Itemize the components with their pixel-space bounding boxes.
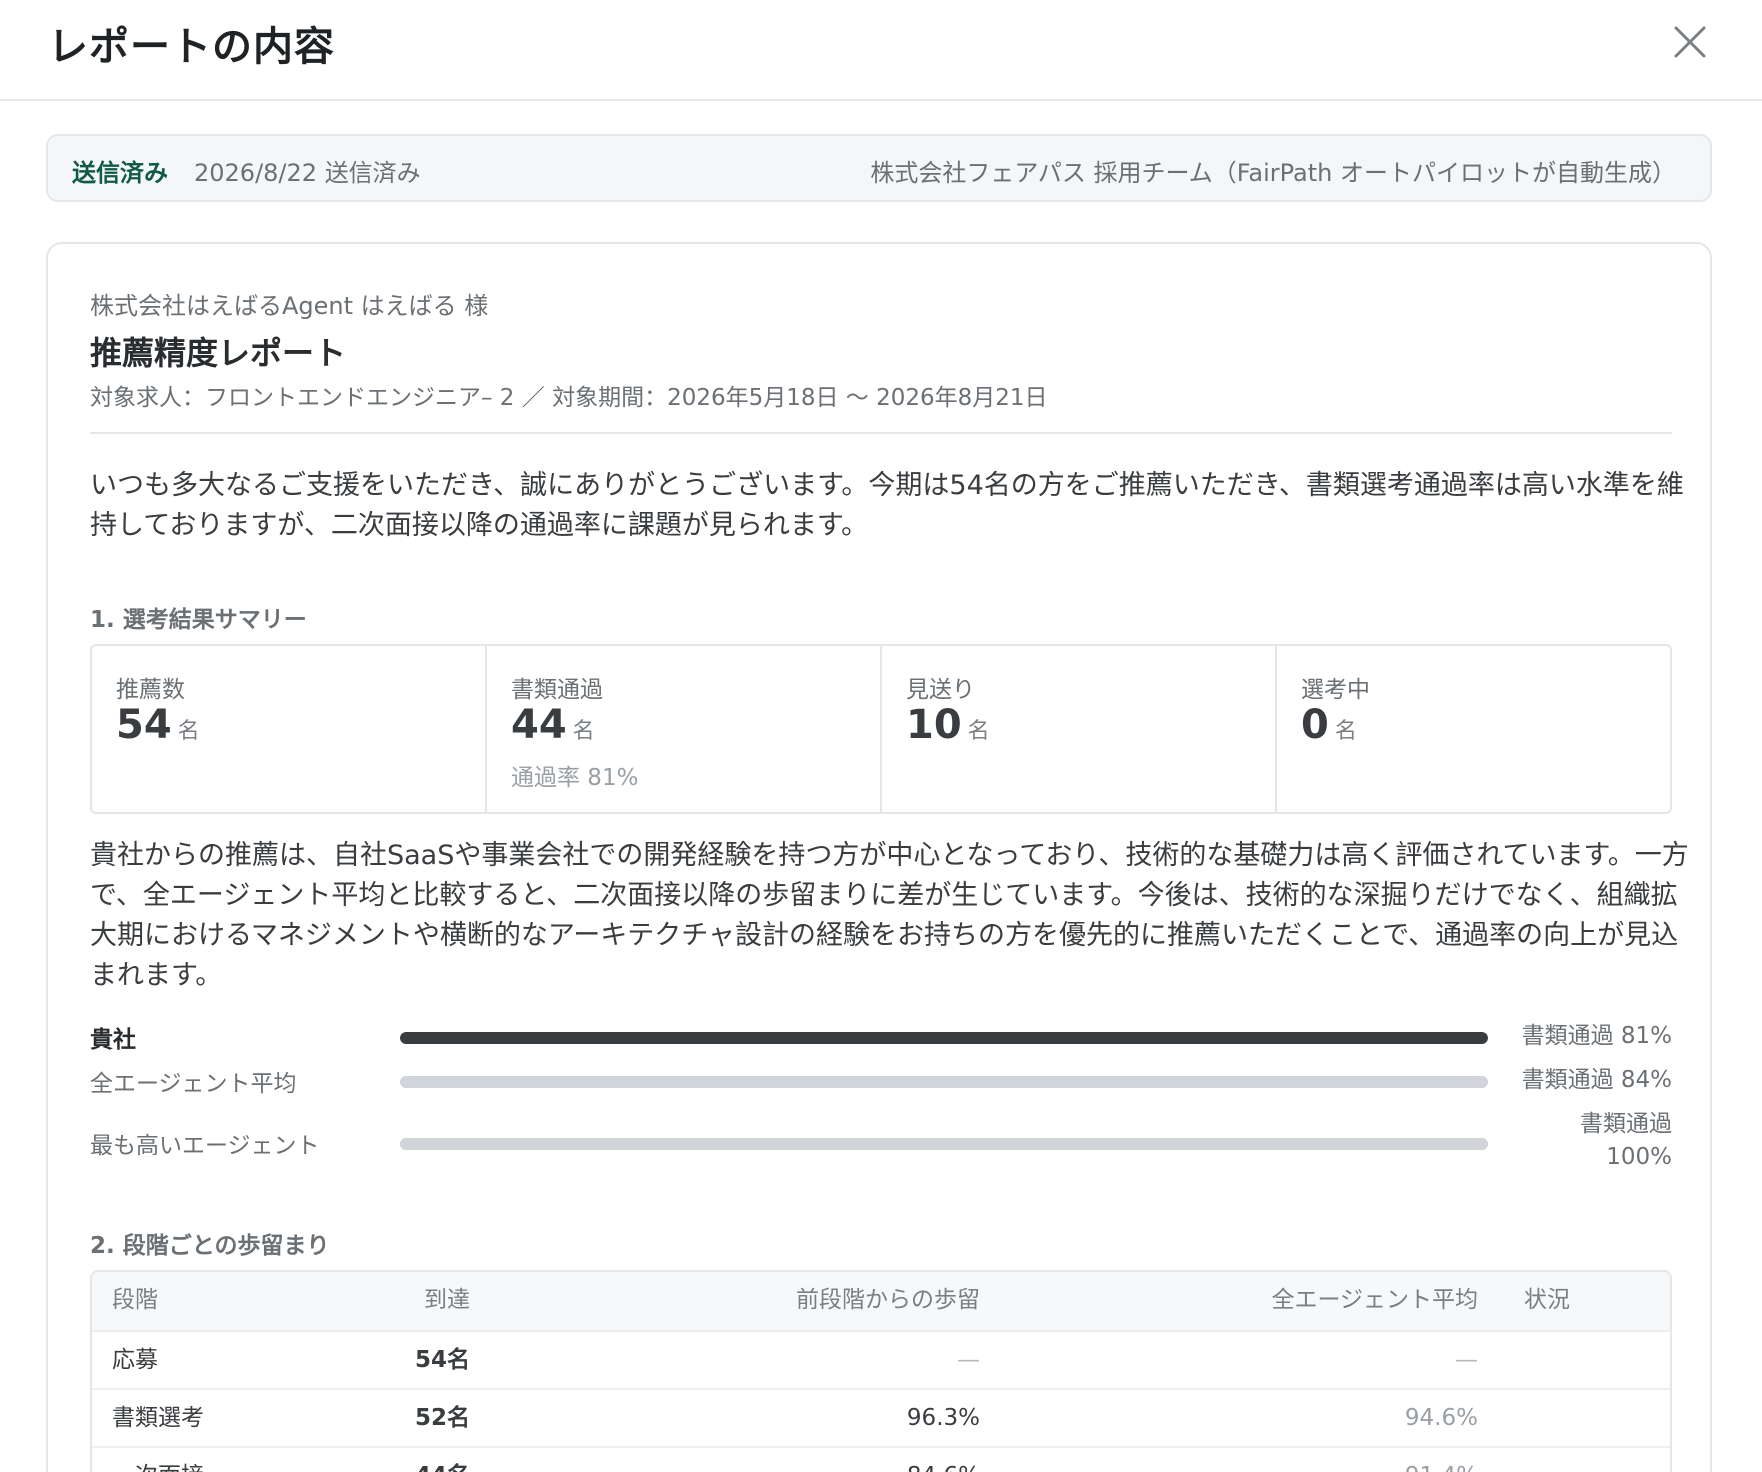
table-cell-yield: — — [957, 1347, 980, 1373]
summary-pass-rate: 通過率 81% — [511, 765, 639, 791]
summary-value: 44 名 — [511, 702, 595, 748]
comparison-value: 書類通過 81% — [1521, 1023, 1672, 1049]
summary-value: 54 名 — [116, 702, 200, 748]
table-header-row: 段階 到達 前段階からの歩留 全エージェント平均 状況 — [92, 1272, 1670, 1330]
status-date: 2026/8/22 送信済み — [194, 159, 421, 187]
table-cell-reached: 44名 — [415, 1448, 470, 1472]
table-header: 全エージェント平均 — [1271, 1287, 1478, 1313]
table-row: 応募 54名 — — — [92, 1330, 1670, 1388]
summary-cell-in-progress: 選考中 0名 — [1277, 646, 1670, 812]
summary-label: 推薦数 — [116, 677, 185, 703]
table-cell-average: 94.6% — [1404, 1405, 1478, 1431]
summary-value: 10 名 — [906, 702, 990, 748]
modal-header: レポートの内容 — [0, 0, 1762, 101]
modal-title: レポートの内容 — [48, 24, 335, 70]
divider — [90, 432, 1672, 434]
table-cell-stage: 書類選考 — [112, 1405, 204, 1431]
comparison-value: 書類通過 100% — [1580, 1111, 1672, 1170]
status-badge: 送信済み — [72, 159, 168, 187]
table-row: 書類選考 52名 96.3% 94.6% — [92, 1388, 1670, 1446]
summary-grid: 推薦数 54 名 書類通過 44 名 通過率 81% 見送り 10 名 選考中 0名 — [90, 644, 1672, 814]
table-cell-yield: 96.3% — [906, 1405, 980, 1431]
comparison-row-average: 全エージェント平均 書類通過 84% — [90, 1064, 1672, 1098]
table-header: 到達 — [424, 1287, 470, 1313]
comparison-bar-track — [400, 1138, 1488, 1150]
report-title: 推薦精度レポート — [90, 334, 347, 372]
report-analysis: 貴社からの推薦は、自社SaaSや事業会社での開発経験を持つ方が中心となっており、… — [90, 840, 1689, 991]
table-cell-reached: 52名 — [414, 1405, 470, 1431]
summary-cell-rejected: 見送り 10 名 — [882, 646, 1277, 812]
summary-label: 選考中 — [1301, 677, 1370, 703]
close-button[interactable] — [1664, 16, 1716, 68]
comparison-value: 書類通過 84% — [1521, 1067, 1672, 1093]
comparison-label: 貴社 — [90, 1027, 136, 1053]
summary-cell-recommended: 推薦数 54 名 — [92, 646, 487, 812]
report-intro: いつも多大なるご支援をいただき、誠にありがとうございます。今期は54名の方をご推… — [90, 470, 1684, 541]
summary-label: 書類通過 — [511, 677, 603, 703]
comparison-bar-fill — [400, 1138, 1488, 1150]
summary-label: 見送り — [906, 677, 975, 703]
comparison-bar-track — [400, 1032, 1488, 1044]
status-sender: 株式会社フェアパス 採用チーム（FairPath オートパイロットが自動生成） — [870, 159, 1676, 187]
section-heading-yield: 2. 段階ごとの歩留まり — [90, 1233, 330, 1259]
comparison-bar-fill — [400, 1032, 1488, 1044]
table-cell-average: 91.4% — [1405, 1448, 1478, 1472]
report-meta: 対象求人：フロントエンドエンジニア– 2 ／ 対象期間：2026年5月18日 〜… — [90, 385, 1048, 411]
table-cell-yield: 84.6% — [907, 1448, 980, 1472]
section-heading-summary: 1. 選考結果サマリー — [90, 607, 307, 633]
summary-value: 0名 — [1301, 702, 1357, 748]
report-recipient: 株式会社はえばるAgent はえばる 様 — [90, 292, 489, 320]
comparison-row-top: 最も高いエージェント 書類通過 100% — [90, 1108, 1672, 1178]
table-row: 一次面接 44名 84.6% 91.4% — [92, 1446, 1670, 1472]
table-cell-stage: 一次面接 — [112, 1448, 204, 1472]
status-bar: 送信済み 2026/8/22 送信済み 株式会社フェアパス 採用チーム（Fair… — [46, 134, 1712, 202]
table-header: 状況 — [1524, 1287, 1570, 1313]
summary-cell-passed: 書類通過 44 名 通過率 81% — [487, 646, 882, 812]
comparison-label: 最も高いエージェント — [90, 1133, 320, 1159]
comparison-row-own: 貴社 書類通過 81% — [90, 1020, 1672, 1054]
report-card: 株式会社はえばるAgent はえばる 様 推薦精度レポート 対象求人：フロントエ… — [46, 242, 1712, 1472]
yield-table: 段階 到達 前段階からの歩留 全エージェント平均 状況 応募 54名 — — 書… — [90, 1270, 1672, 1472]
comparison-label: 全エージェント平均 — [90, 1071, 297, 1097]
comparison-bar-track — [400, 1076, 1488, 1088]
close-icon — [1674, 26, 1706, 58]
table-cell-stage: 応募 — [112, 1347, 158, 1373]
table-header: 段階 — [112, 1287, 158, 1313]
table-header: 前段階からの歩留 — [796, 1287, 980, 1313]
table-cell-average: — — [1455, 1347, 1478, 1373]
table-cell-reached: 54名 — [414, 1347, 470, 1373]
comparison-bar-fill — [400, 1076, 1488, 1088]
